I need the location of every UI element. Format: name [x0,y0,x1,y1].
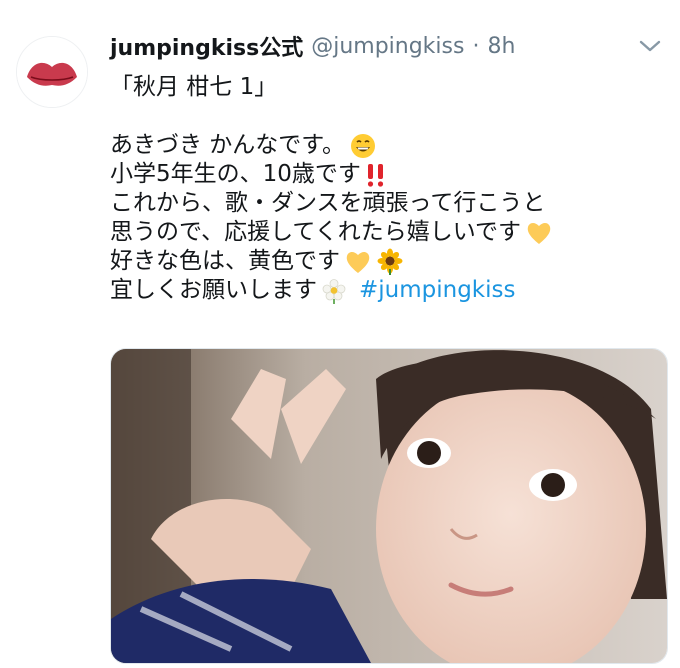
jumpingkiss-logo [17,37,87,107]
chevron-down-icon [639,40,661,52]
yellow-heart-icon [346,251,370,273]
tweet-line-7: 宜しくお願いします #jumpingkiss [110,276,516,305]
tweet-timestamp[interactable]: 8h [487,34,515,59]
tweet-header: jumpingkiss公式 @jumpingkiss · 8h [110,30,515,62]
tweet-line-2: あきづき かんなです。 [110,131,670,160]
more-options-button[interactable] [636,36,664,56]
tweet-photo[interactable] [110,348,668,664]
profile-avatar[interactable] [16,36,88,108]
user-handle[interactable]: @jumpingkiss [311,34,464,59]
tweet-line-5: 思うので、応援してくれたら嬉しいです [110,218,670,247]
tweet-line-4: これから、歌・ダンスを頑張って行こうと [110,190,546,216]
double-exclamation-icon [367,163,384,187]
yellow-heart-icon [527,222,551,244]
display-name[interactable]: jumpingkiss公式 [110,30,303,62]
hashtag-link[interactable]: #jumpingkiss [359,276,516,305]
tweet-line-6: 好きな色は、黄色です [110,247,670,276]
tweet-line-1: 「秋月 柑七 1」 [110,74,278,100]
child-selfie-photo [111,349,667,663]
blossom-icon [322,278,346,304]
tweet-text: 「秋月 柑七 1」 あきづき かんなです。 小学5年生の、10歳です これから、… [110,73,670,305]
sunflower-icon [377,248,403,275]
separator-dot: · [472,33,480,59]
tweet-line-3: 小学5年生の、10歳です [110,160,670,189]
grinning-face-icon [351,133,376,158]
